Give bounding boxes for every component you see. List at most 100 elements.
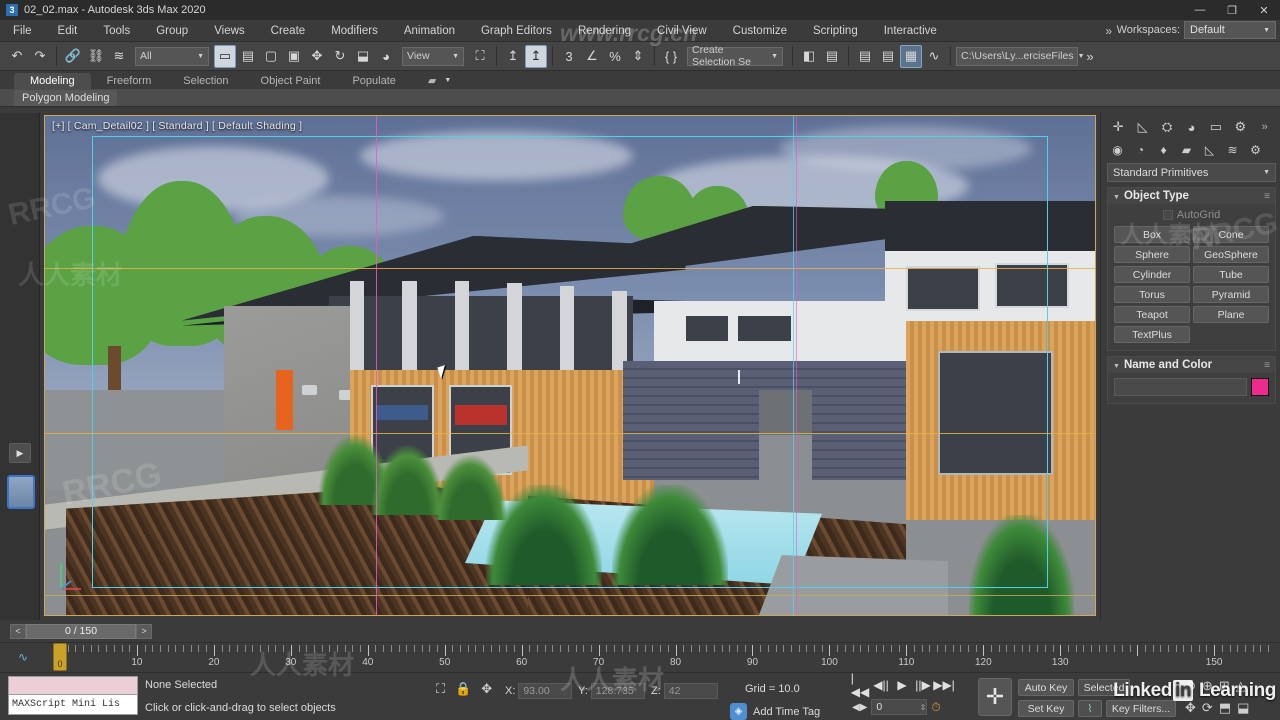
selection-lock-icon[interactable]: 🔒 — [455, 681, 471, 697]
systems-category-icon[interactable]: ⚙ — [1245, 140, 1266, 159]
select-region-button[interactable]: ▢ — [260, 45, 282, 68]
current-frame-field[interactable]: 0 ⇳ — [871, 699, 928, 715]
auto-key-button[interactable]: Auto Key — [1018, 679, 1074, 696]
x-field[interactable]: 93.00 — [518, 683, 573, 699]
expand-left-toolbar-button[interactable]: ▶ — [9, 443, 31, 463]
select-and-scale-button[interactable]: ⬓ — [352, 45, 374, 68]
menu-tools[interactable]: Tools — [90, 20, 143, 42]
cone-button[interactable]: Cone — [1193, 226, 1269, 243]
ribbon-tab-selection[interactable]: Selection — [167, 73, 244, 89]
placement-tool-button[interactable]: ◕ — [375, 45, 397, 68]
viewport-label[interactable]: [+] [ Cam_Detail02 ] [ Standard ] [ Defa… — [52, 120, 302, 132]
menu-create[interactable]: Create — [258, 20, 319, 42]
track-bar-ruler[interactable]: ∿ 10 20 30 40 50 60 70 80 90 100 110 120 130 150 0 — [0, 642, 1280, 672]
align-icon[interactable]: ▤ — [821, 45, 843, 68]
lights-category-icon[interactable]: ♦ — [1153, 140, 1174, 159]
scene-explorer-icon[interactable]: ▤ — [877, 45, 899, 68]
edit-named-sets-icon[interactable]: { } — [660, 45, 682, 68]
menu-file[interactable]: File — [0, 20, 45, 42]
y-field[interactable]: 128.735 — [590, 683, 645, 699]
torus-button[interactable]: Torus — [1114, 286, 1190, 303]
maximize-viewport-icon[interactable]: ⬓ — [1237, 700, 1249, 716]
x-coordinate[interactable]: X: 93.00 — [505, 683, 573, 699]
autogrid-checkbox[interactable] — [1162, 210, 1173, 220]
cylinder-button[interactable]: Cylinder — [1114, 266, 1190, 283]
absolute-mode-icon[interactable]: ✥ — [481, 681, 492, 697]
geosphere-button[interactable]: GeoSphere — [1193, 246, 1269, 263]
shapes-category-icon[interactable]: ◔ — [1130, 140, 1151, 159]
z-field[interactable]: 42 — [663, 683, 718, 699]
isolate-selection-icon[interactable]: ⛶ — [436, 681, 445, 697]
add-time-tag[interactable]: ◈ Add Time Tag — [730, 703, 820, 720]
menu-customize[interactable]: Customize — [720, 20, 800, 42]
plane-button[interactable]: Plane — [1193, 306, 1269, 323]
command-panel-overflow-icon[interactable]: » — [1254, 117, 1276, 137]
curve-editor-toggle-icon[interactable]: ∿ — [18, 650, 28, 664]
menu-overflow-icon[interactable]: » — [1105, 24, 1112, 38]
ribbon-tab-freeform[interactable]: Freeform — [91, 73, 168, 89]
bind-space-warp-icon[interactable]: ≋ — [108, 45, 130, 68]
autogrid-row[interactable]: AutoGrid — [1114, 209, 1269, 221]
named-selection-sets-dropdown[interactable]: Create Selection Se ▼ — [687, 44, 783, 68]
curve-editor-icon[interactable]: ∿ — [923, 45, 945, 68]
pan-icon[interactable]: ✥ — [1185, 700, 1196, 716]
z-coordinate[interactable]: Z: 42 — [651, 683, 718, 699]
object-name-input[interactable] — [1114, 378, 1247, 396]
selection-filter-dropdown[interactable]: All ▼ — [135, 46, 209, 66]
use-pivot-center-button[interactable]: ⛶ — [469, 45, 491, 68]
ribbon-subtab-polygon-modeling[interactable]: Polygon Modeling — [14, 89, 118, 106]
percent-snap-button[interactable]: % — [604, 45, 626, 68]
teapot-button[interactable]: Teapot — [1114, 306, 1190, 323]
textplus-button[interactable]: TextPlus — [1114, 326, 1190, 343]
layer-explorer-icon[interactable]: ▤ — [854, 45, 876, 68]
spinner-icon[interactable]: ⇳ — [920, 703, 927, 712]
time-configuration-icon[interactable]: ⏱ — [931, 700, 940, 715]
project-folder-dropdown[interactable]: C:\Users\Ly...erciseFiles ▼ — [956, 46, 1085, 66]
create-tab-icon[interactable]: ✛ — [1107, 117, 1129, 137]
maxscript-mini-listener[interactable]: MAXScript Mini Lis — [8, 676, 138, 715]
select-object-button[interactable]: ▭ — [214, 44, 236, 68]
ribbon-tab-populate[interactable]: Populate — [336, 73, 411, 89]
utilities-tab-icon[interactable]: ⚙ — [1229, 117, 1251, 137]
time-slider-handle[interactable]: 0 — [53, 643, 67, 671]
undo-button[interactable]: ↶ — [6, 45, 28, 68]
menu-civil-view[interactable]: Civil View — [644, 20, 720, 42]
ribbon-options-dropdown[interactable]: ▰ ▼ — [412, 72, 467, 89]
modify-tab-icon[interactable]: ◺ — [1131, 117, 1153, 137]
workspaces-dropdown[interactable]: Default ▼ — [1184, 21, 1276, 39]
pyramid-button[interactable]: Pyramid — [1193, 286, 1269, 303]
close-button[interactable]: ✕ — [1248, 0, 1280, 20]
walkthrough-icon[interactable]: ⬒ — [1219, 700, 1231, 716]
tube-button[interactable]: Tube — [1193, 266, 1269, 283]
play-animation-button[interactable]: ▶ — [894, 677, 910, 693]
motion-tab-icon[interactable]: ◕ — [1180, 117, 1202, 137]
helpers-category-icon[interactable]: ◺ — [1199, 140, 1220, 159]
next-frame-button[interactable]: ||▶ — [915, 677, 931, 693]
select-and-manipulate-button[interactable]: ↥ — [502, 45, 524, 68]
display-tab-icon[interactable]: ▭ — [1205, 117, 1227, 137]
reference-coordinate-dropdown[interactable]: View ▼ — [402, 46, 464, 66]
viewport-cam-detail02[interactable]: [+] [ Cam_Detail02 ] [ Standard ] [ Defa… — [44, 115, 1096, 616]
maximize-button[interactable]: ❐ — [1216, 0, 1248, 20]
key-mode-icon[interactable]: ⌇ — [1078, 700, 1102, 717]
object-color-swatch[interactable] — [1251, 378, 1269, 396]
mirror-icon[interactable]: ◧ — [798, 45, 820, 68]
menu-animation[interactable]: Animation — [391, 20, 468, 42]
frame-display[interactable]: 0 / 150 — [26, 623, 136, 639]
key-mode-toggle-icon[interactable]: ◀▶ — [852, 702, 867, 713]
workspaces-selector[interactable]: Workspaces: Default ▼ — [1117, 21, 1276, 39]
subcategory-dropdown[interactable]: Standard Primitives ▼ — [1107, 163, 1276, 182]
menu-views[interactable]: Views — [201, 20, 257, 42]
menu-interactive[interactable]: Interactive — [871, 20, 950, 42]
ribbon-tab-modeling[interactable]: Modeling — [14, 73, 91, 89]
toggle-ribbon-icon[interactable]: ▦ — [900, 44, 922, 68]
geometry-category-icon[interactable]: ◉ — [1107, 140, 1128, 159]
snaps-toggle-alt-button[interactable]: ↥ — [525, 44, 547, 68]
rollout-menu-icon[interactable]: ≡ — [1264, 191, 1270, 202]
unlink-selection-icon[interactable]: ⛓ — [85, 45, 107, 68]
ribbon-tab-object-paint[interactable]: Object Paint — [245, 73, 337, 89]
go-to-end-button[interactable]: ▶▶| — [933, 677, 955, 693]
select-and-move-button[interactable]: ✥ — [306, 45, 328, 68]
key-filters-button[interactable]: Key Filters... — [1106, 700, 1176, 717]
cameras-category-icon[interactable]: ▰ — [1176, 140, 1197, 159]
